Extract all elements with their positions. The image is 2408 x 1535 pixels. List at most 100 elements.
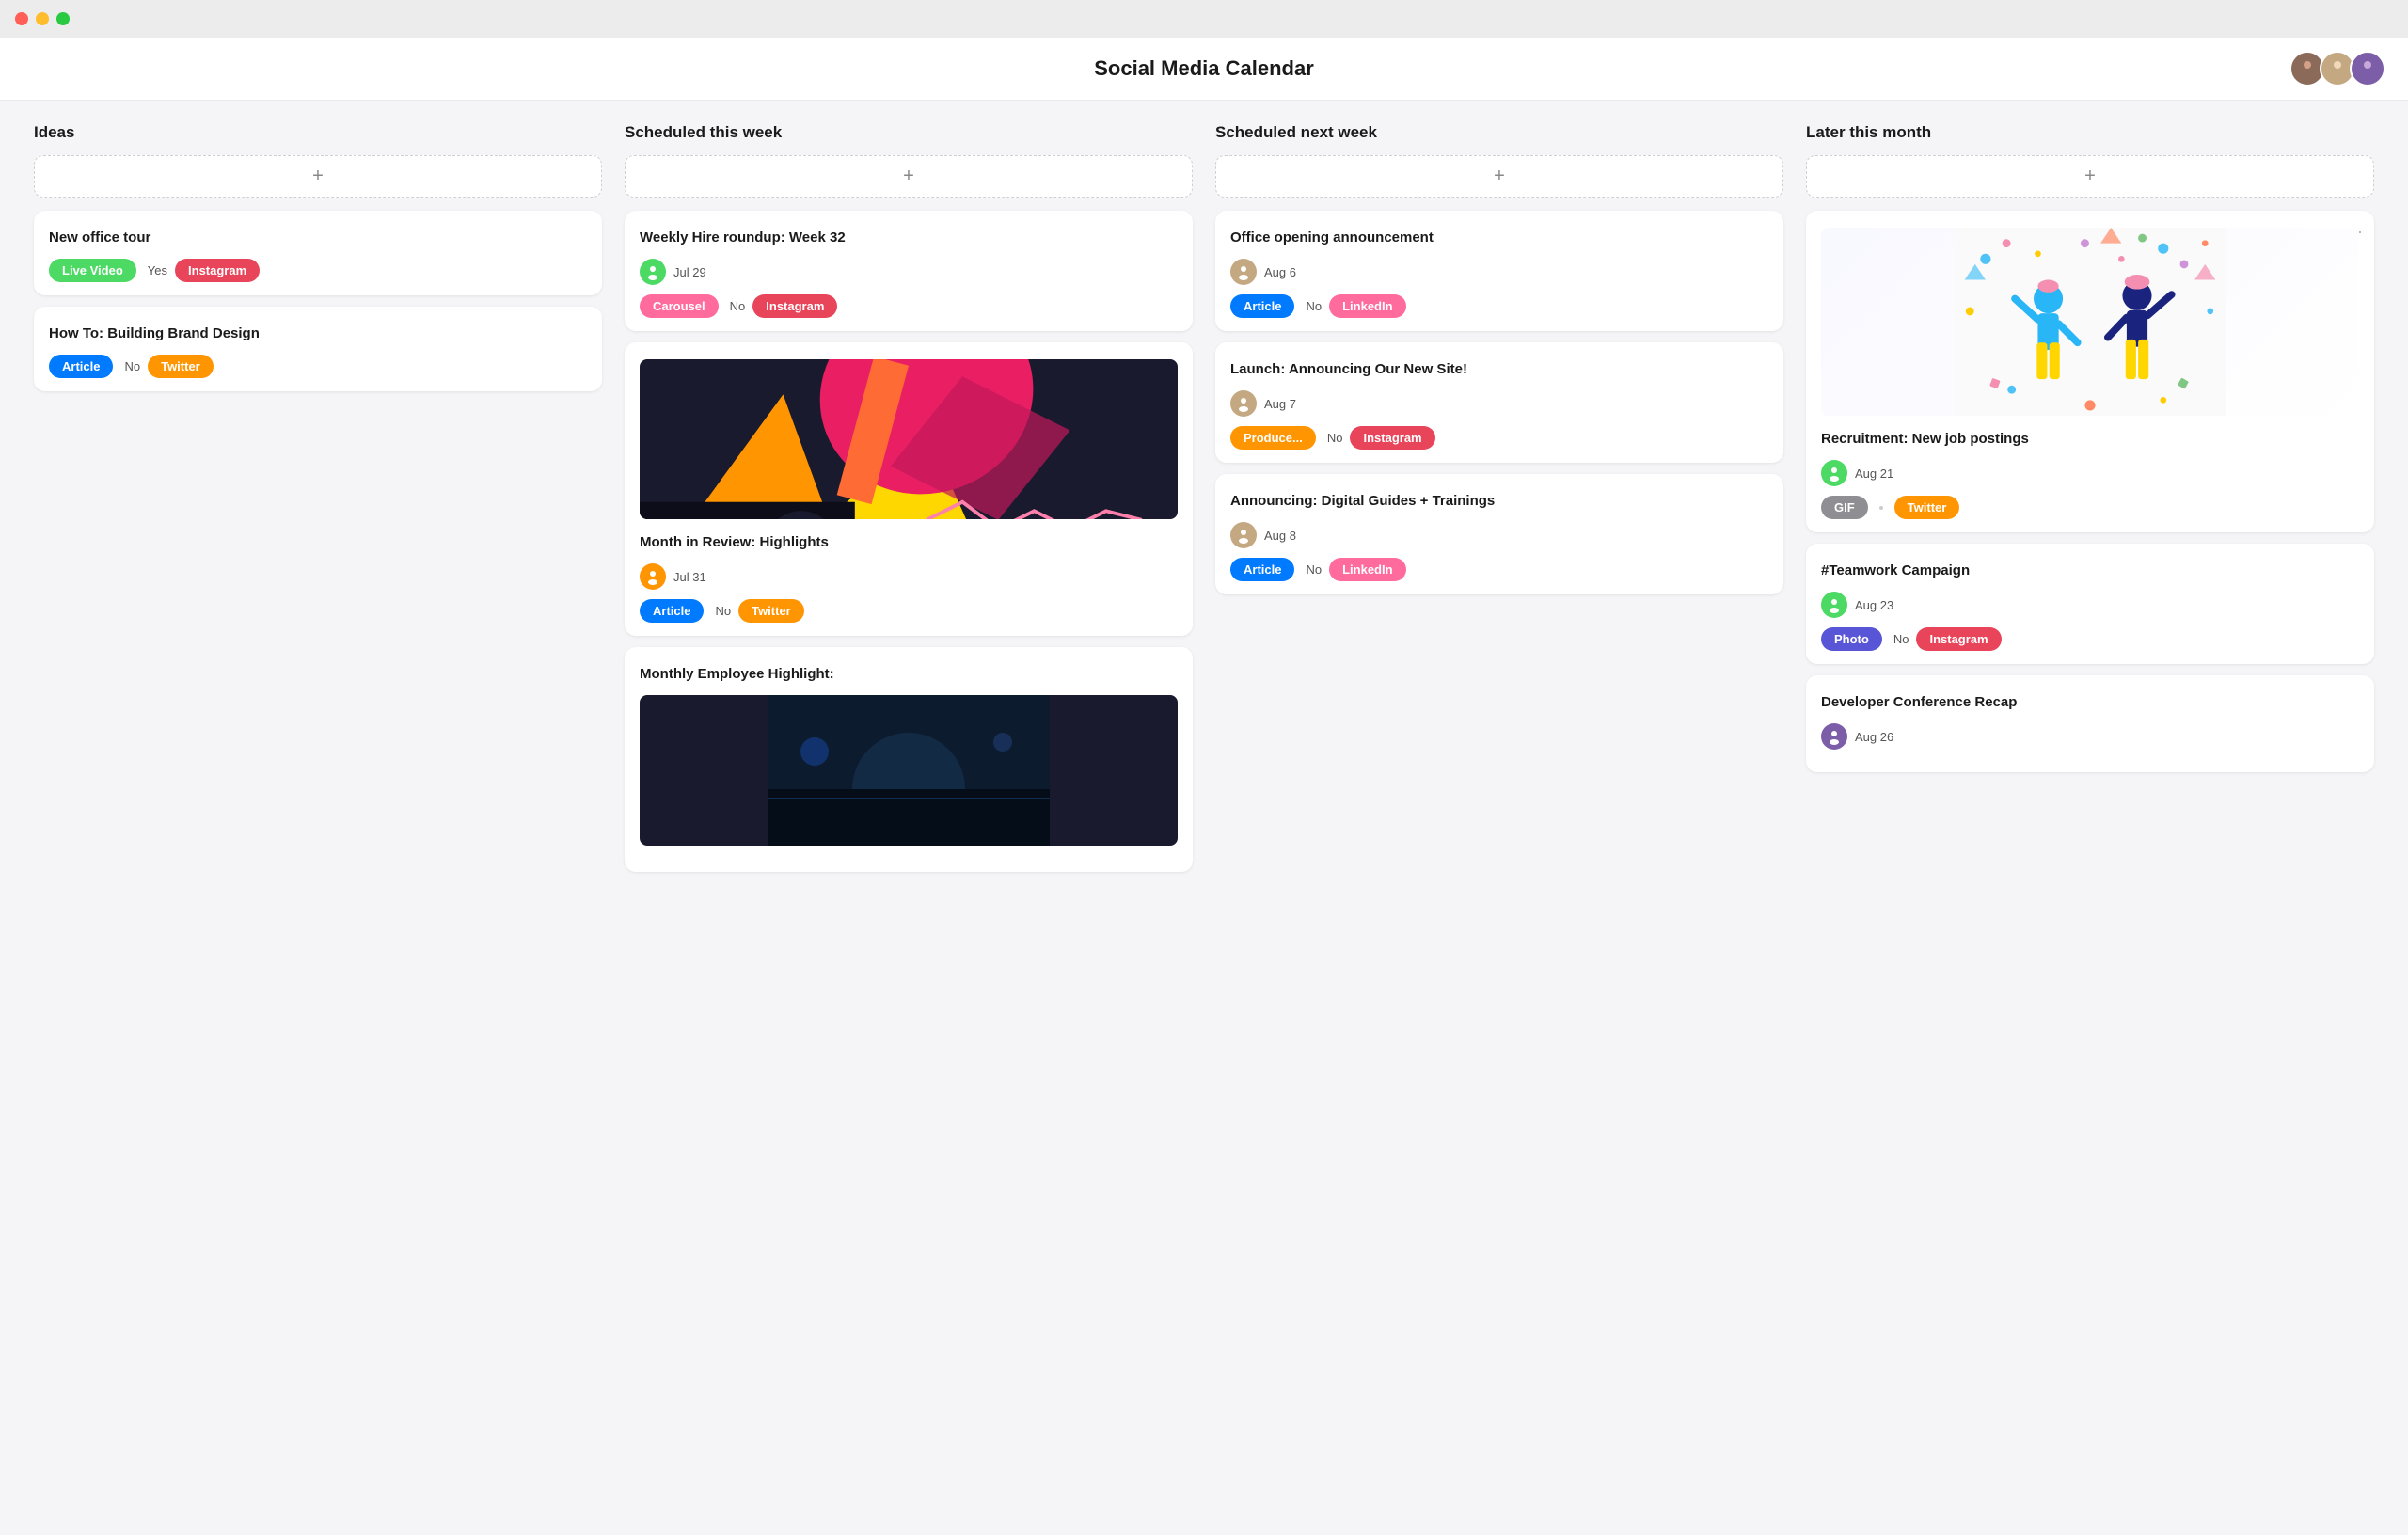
- card-meta: Aug 8: [1230, 522, 1768, 548]
- tag-product: Produce...: [1230, 426, 1316, 450]
- card-digital-guides: Announcing: Digital Guides + Trainings A…: [1215, 474, 1783, 594]
- tag-row: Live Video Yes: [49, 259, 167, 282]
- tag-article: Article: [1230, 294, 1294, 318]
- tag-twitter: Twitter: [738, 599, 804, 623]
- tag-instagram: Instagram: [1350, 426, 1434, 450]
- card-title: New office tour: [49, 228, 587, 247]
- card-title: How To: Building Brand Design: [49, 324, 587, 343]
- app-title: Social Media Calendar: [0, 56, 2408, 100]
- tag-row: Photo No: [1821, 627, 1909, 651]
- tag-instagram-row: Instagram: [1350, 430, 1434, 447]
- close-dot[interactable]: [15, 12, 28, 25]
- column-ideas: Ideas + New office tour Live Video Yes I…: [23, 101, 613, 894]
- card-meta: Jul 29: [640, 259, 1178, 285]
- app-header: Social Media Calendar: [0, 38, 2408, 101]
- card-launch-new-site: Launch: Announcing Our New Site! Aug 7 P…: [1215, 342, 1783, 463]
- card-image-dark: [640, 695, 1178, 846]
- card-title: Recruitment: New job postings: [1821, 429, 2359, 449]
- tag-linkedin: LinkedIn: [1329, 294, 1405, 318]
- card-title: #Teamwork Campaign: [1821, 561, 2359, 580]
- user-avatar: [1821, 723, 1847, 750]
- card-month-in-review: Month in Review: Highlights Jul 31 Artic…: [625, 342, 1193, 636]
- card-weekly-hire: Weekly Hire roundup: Week 32 Jul 29 Caro…: [625, 211, 1193, 331]
- titlebar: [0, 0, 2408, 38]
- card-tags: Article No Twitter: [640, 599, 1178, 623]
- card-meta: Jul 31: [640, 563, 1178, 590]
- tag-row: Article No: [1230, 558, 1322, 581]
- tag-instagram-row: Instagram: [175, 262, 260, 279]
- approval-no: No: [1893, 632, 1909, 646]
- add-later-button[interactable]: +: [1806, 155, 2374, 198]
- tag-twitter: Twitter: [1894, 496, 1960, 519]
- tag-row: Article No: [640, 599, 731, 623]
- card-date: Aug 23: [1855, 598, 1893, 612]
- tag-article: Article: [1230, 558, 1294, 581]
- add-this-week-button[interactable]: +: [625, 155, 1193, 198]
- minimize-dot[interactable]: [36, 12, 49, 25]
- tag-article: Article: [640, 599, 704, 623]
- user-avatar: [1230, 259, 1257, 285]
- tag-article: Article: [49, 355, 113, 378]
- approval-no: No: [1327, 431, 1343, 445]
- card-date: Aug 21: [1855, 467, 1893, 481]
- approval-no: No: [1306, 299, 1322, 313]
- tag-instagram-row: Instagram: [1916, 631, 2001, 648]
- user-avatar: [640, 259, 666, 285]
- card-tags: Live Video Yes Instagram: [49, 259, 587, 282]
- card-monthly-employee: Monthly Employee Highlight:: [625, 647, 1193, 872]
- approval-no: No: [730, 299, 746, 313]
- card-date: Aug 6: [1264, 265, 1296, 279]
- column-header-ideas: Ideas: [34, 123, 602, 142]
- column-scheduled-this-week: Scheduled this week + Weekly Hire roundu…: [613, 101, 1204, 894]
- card-title: Month in Review: Highlights: [640, 532, 1178, 552]
- tag-instagram: Instagram: [175, 259, 260, 282]
- celebration-image: [1821, 228, 2359, 416]
- card-meta: Aug 6: [1230, 259, 1768, 285]
- approval-no: No: [124, 359, 140, 373]
- approval-no: No: [1306, 562, 1322, 577]
- tag-live-video: Live Video: [49, 259, 136, 282]
- card-new-office-tour: New office tour Live Video Yes Instagram: [34, 211, 602, 295]
- add-next-week-button[interactable]: +: [1215, 155, 1783, 198]
- tag-instagram: Instagram: [752, 294, 837, 318]
- approval-yes: Yes: [148, 263, 167, 277]
- add-idea-button[interactable]: +: [34, 155, 602, 198]
- card-image-art: [640, 359, 1178, 519]
- tag-linkedin: LinkedIn: [1329, 558, 1405, 581]
- user-avatar: [1230, 390, 1257, 417]
- tag-twitter-row: Twitter: [148, 358, 214, 375]
- user-avatars: [2295, 51, 2385, 87]
- tag-twitter: Twitter: [148, 355, 214, 378]
- tag-gif: GIF: [1821, 496, 1868, 519]
- user-avatar: [640, 563, 666, 590]
- tag-row: Article No: [49, 355, 140, 378]
- tag-row: Carousel No: [640, 294, 745, 318]
- card-tags: Article No Twitter: [49, 355, 587, 378]
- user-avatar: [1230, 522, 1257, 548]
- card-title: Monthly Employee Highlight:: [640, 664, 1178, 684]
- card-tags: Article No LinkedIn: [1230, 558, 1768, 581]
- card-tags: Produce... No Instagram: [1230, 426, 1768, 450]
- column-later-this-month: Later this month + ···: [1795, 101, 2385, 894]
- column-header-next-week: Scheduled next week: [1215, 123, 1783, 142]
- card-date: Aug 7: [1264, 397, 1296, 411]
- approval-no: No: [715, 604, 731, 618]
- card-office-opening: Office opening announcement Aug 6 Articl…: [1215, 211, 1783, 331]
- card-date: Aug 26: [1855, 730, 1893, 744]
- card-title: Announcing: Digital Guides + Trainings: [1230, 491, 1768, 511]
- card-developer-conference: Developer Conference Recap Aug 26: [1806, 675, 2374, 772]
- kanban-board: Ideas + New office tour Live Video Yes I…: [0, 101, 2408, 917]
- tag-row: GIF Twitter: [1821, 496, 1959, 519]
- tag-row: Article No: [1230, 294, 1322, 318]
- card-title: Weekly Hire roundup: Week 32: [640, 228, 1178, 247]
- tag-carousel: Carousel: [640, 294, 719, 318]
- card-meta: Aug 26: [1821, 723, 2359, 750]
- column-scheduled-next-week: Scheduled next week + Office opening ann…: [1204, 101, 1795, 894]
- card-building-brand: How To: Building Brand Design Article No…: [34, 307, 602, 391]
- tag-instagram-row: Instagram: [752, 298, 837, 315]
- user-avatar: [1821, 592, 1847, 618]
- tag-row: Produce... No: [1230, 426, 1342, 450]
- card-meta: Aug 21: [1821, 460, 2359, 486]
- maximize-dot[interactable]: [56, 12, 70, 25]
- tag-separator: [1879, 506, 1883, 510]
